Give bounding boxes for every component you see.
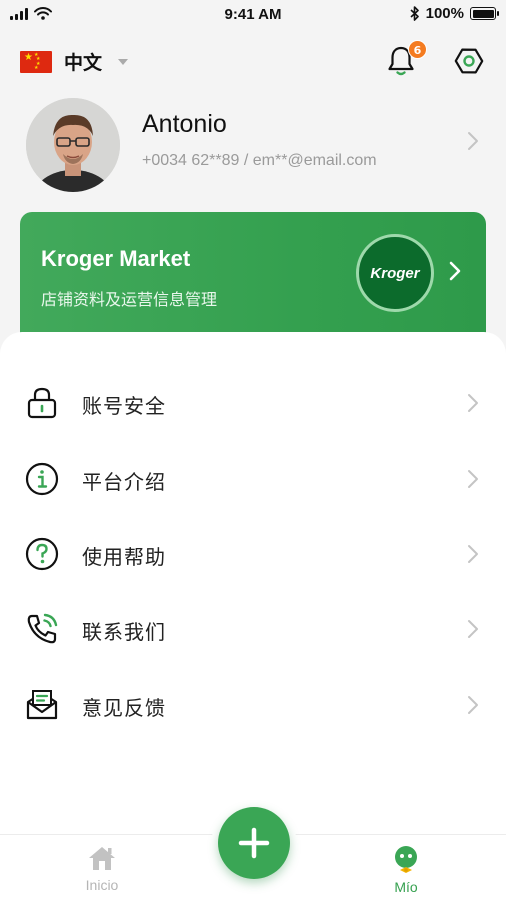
language-selector[interactable]: ★ ★ ★ ★ ★ 中文: [20, 48, 129, 75]
menu-item-feedback[interactable]: 意见反馈: [0, 670, 506, 740]
store-logo: Kroger: [356, 234, 434, 312]
chevron-right-icon: [468, 545, 478, 563]
language-label: 中文: [64, 52, 103, 74]
home-icon: [89, 847, 115, 870]
profile-contact: +0034 62**89 / em**@email.com: [142, 152, 377, 169]
chevron-right-icon: [468, 394, 478, 412]
menu-item-platform-intro[interactable]: 平台介绍: [0, 444, 506, 514]
china-flag-icon: ★ ★ ★ ★ ★: [20, 50, 52, 73]
lock-icon: [27, 387, 57, 419]
menu-item-label: 意见反馈: [82, 696, 166, 720]
top-bar: ★ ★ ★ ★ ★ 中文 6: [0, 40, 506, 84]
tab-mio[interactable]: Mío: [356, 845, 456, 900]
menu-item-contact-us[interactable]: 联系我们: [0, 594, 506, 664]
help-icon: [25, 537, 59, 571]
settings-hexagon-icon: [454, 48, 484, 74]
profile-name: Antonio: [142, 110, 227, 138]
tab-home-label: Inicio: [85, 877, 119, 893]
chevron-right-icon: [468, 470, 478, 488]
add-button[interactable]: [218, 807, 290, 879]
chevron-right-icon: [468, 620, 478, 638]
chevron-right-icon: [468, 132, 478, 150]
bluetooth-icon: [410, 6, 419, 21]
settings-button[interactable]: [452, 44, 486, 78]
avatar: [26, 98, 120, 192]
avatar-portrait-icon: [26, 98, 120, 192]
tab-mio-label: Mío: [394, 879, 418, 895]
store-subtitle: 店铺资料及运营信息管理: [41, 290, 218, 309]
menu-item-label: 账号安全: [82, 394, 166, 418]
tab-home[interactable]: Inicio: [52, 845, 152, 900]
profile-face-icon: [395, 846, 417, 873]
battery-percent: 100%: [425, 5, 464, 22]
store-name: Kroger Market: [41, 246, 191, 271]
chevron-right-icon: [449, 261, 461, 281]
chevron-right-icon: [468, 696, 478, 714]
menu-item-label: 平台介绍: [82, 470, 166, 494]
menu-item-label: 使用帮助: [82, 545, 166, 569]
menu-item-label: 联系我们: [82, 620, 166, 644]
battery-icon: [470, 7, 499, 20]
status-bar: 9:41 AM 100%: [0, 0, 506, 30]
phone-icon: [27, 613, 58, 644]
info-icon: [25, 462, 59, 496]
feedback-icon: [26, 690, 58, 720]
status-right: 100%: [410, 5, 499, 22]
store-card[interactable]: Kroger Market 店铺资料及运营信息管理 Kroger: [20, 212, 486, 352]
profile-row[interactable]: Antonio +0034 62**89 / em**@email.com: [0, 92, 506, 192]
fab-container: [211, 802, 297, 888]
caret-down-icon: [118, 58, 129, 65]
notification-badge: 6: [408, 40, 427, 59]
store-logo-text: Kroger: [370, 264, 420, 282]
plus-icon: [238, 827, 270, 859]
notifications-button[interactable]: 6: [386, 40, 427, 78]
menu-item-help[interactable]: 使用帮助: [0, 519, 506, 589]
menu-item-account-security[interactable]: 账号安全: [0, 368, 506, 438]
